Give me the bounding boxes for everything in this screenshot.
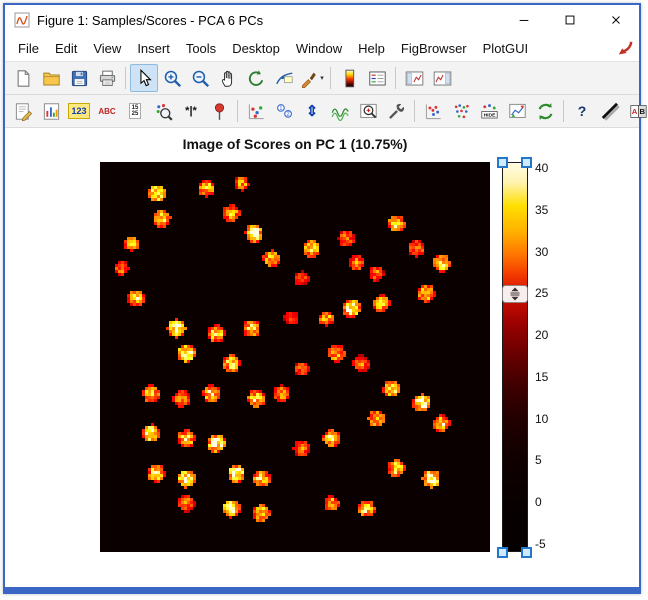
insert-legend-icon[interactable] — [363, 64, 391, 92]
menu-item-view[interactable]: View — [85, 37, 129, 60]
menu-item-help[interactable]: Help — [350, 37, 393, 60]
toolbar-separator — [414, 100, 415, 122]
minimize-button[interactable] — [501, 5, 547, 35]
zoom-in-icon[interactable] — [158, 64, 186, 92]
help-icon[interactable]: ? — [568, 97, 596, 125]
toolbar-separator — [237, 100, 238, 122]
dock-figure-icon[interactable] — [616, 39, 634, 57]
colorbar-tick-label: 20 — [535, 328, 548, 342]
refresh-data-icon[interactable] — [531, 97, 559, 125]
brush-data-icon[interactable]: ▾ — [298, 64, 326, 92]
selection-handle[interactable] — [497, 547, 508, 558]
colorbar-tick-label: 10 — [535, 412, 548, 426]
new-figure-icon[interactable] — [9, 64, 37, 92]
edit-plot-icon[interactable] — [130, 64, 158, 92]
toolbar-separator — [330, 67, 331, 89]
line-style-icon[interactable] — [596, 97, 624, 125]
swap-axes-icon[interactable]: ⇕ — [298, 97, 326, 125]
menu-item-insert[interactable]: Insert — [129, 37, 178, 60]
class-points-icon[interactable] — [447, 97, 475, 125]
select-points-icon[interactable] — [419, 97, 447, 125]
spectra-view-icon[interactable] — [326, 97, 354, 125]
zoom-out-icon[interactable] — [186, 64, 214, 92]
data-cursor-icon[interactable] — [270, 64, 298, 92]
tick-numbers-icon[interactable]: 15 25 — [121, 97, 149, 125]
rotate-3d-icon[interactable] — [242, 64, 270, 92]
scores-image[interactable] — [100, 162, 490, 552]
colorbar-tick-label: -5 — [535, 537, 546, 551]
maximize-button[interactable] — [547, 5, 593, 35]
up-down-arrows-icon — [500, 285, 530, 303]
close-button[interactable] — [593, 5, 639, 35]
class-assign-icon[interactable] — [624, 97, 648, 125]
toolbar-separator — [395, 67, 396, 89]
toolbar-separator — [563, 100, 564, 122]
colorbar-tick-label: 30 — [535, 245, 548, 259]
plot-properties-icon[interactable] — [37, 97, 65, 125]
pin-axes-icon[interactable] — [205, 97, 233, 125]
colorbar[interactable] — [502, 162, 528, 552]
title-bar: Figure 1: Samples/Scores - PCA 6 PCs — [5, 5, 639, 35]
edit-data-icon[interactable] — [9, 97, 37, 125]
scatter-plot-icon[interactable] — [242, 97, 270, 125]
menu-item-figbrowser[interactable]: FigBrowser — [393, 37, 475, 60]
menu-item-tools[interactable]: Tools — [178, 37, 224, 60]
insert-colorbar-icon[interactable] — [335, 64, 363, 92]
figure-toolbar: ▾ — [5, 62, 639, 95]
colorbar-tick-label: 15 — [535, 370, 548, 384]
window-title: Figure 1: Samples/Scores - PCA 6 PCs — [37, 13, 263, 28]
colorbar-tick-label: 35 — [535, 203, 548, 217]
axis-limits-icon[interactable] — [503, 97, 531, 125]
menu-item-desktop[interactable]: Desktop — [224, 37, 288, 60]
colorbar-tick-label: 0 — [535, 495, 542, 509]
plotgui-toolbar: 123ABC15 25 *|* ⇕? — [5, 95, 639, 128]
hide-plot-tools-icon[interactable] — [400, 64, 428, 92]
hide-excluded-icon[interactable] — [475, 97, 503, 125]
symmetric-axes-icon[interactable]: *|* — [177, 97, 205, 125]
zoom-tool-icon[interactable] — [354, 97, 382, 125]
figure-canvas-area: Image of Scores on PC 1 (10.75%) 40 35 30 2… — [5, 128, 639, 587]
colorbar-tick-label: 5 — [535, 453, 542, 467]
settings-tools-icon[interactable] — [382, 97, 410, 125]
colorbar-tick-label: 40 — [535, 161, 548, 175]
save-figure-icon[interactable] — [65, 64, 93, 92]
menu-bar: FileEditViewInsertToolsDesktopWindowHelp… — [5, 35, 639, 62]
numbered-points-icon[interactable] — [270, 97, 298, 125]
zoom-selection-icon[interactable] — [149, 97, 177, 125]
selection-handle[interactable] — [521, 547, 532, 558]
open-file-icon[interactable] — [37, 64, 65, 92]
menu-item-window[interactable]: Window — [288, 37, 350, 60]
menu-item-file[interactable]: File — [10, 37, 47, 60]
menu-item-edit[interactable]: Edit — [47, 37, 85, 60]
menu-item-plotgui[interactable]: PlotGUI — [475, 37, 537, 60]
axis-scale-icon[interactable]: 123 — [65, 97, 93, 125]
plot-title: Image of Scores on PC 1 (10.75%) — [100, 136, 490, 152]
window-controls — [501, 5, 639, 35]
toolbar-separator — [125, 67, 126, 89]
selection-handle[interactable] — [521, 157, 532, 168]
figure-window: Figure 1: Samples/Scores - PCA 6 PCs Fil… — [3, 3, 641, 594]
selection-handle[interactable] — [497, 157, 508, 168]
labels-icon[interactable]: ABC — [93, 97, 121, 125]
print-figure-icon[interactable] — [93, 64, 121, 92]
pan-icon[interactable] — [214, 64, 242, 92]
colorbar-tick-label: 25 — [535, 286, 548, 300]
colorbar-slider-handle[interactable] — [497, 285, 533, 303]
show-plot-tools-icon[interactable] — [428, 64, 456, 92]
matlab-figure-icon — [14, 12, 30, 28]
